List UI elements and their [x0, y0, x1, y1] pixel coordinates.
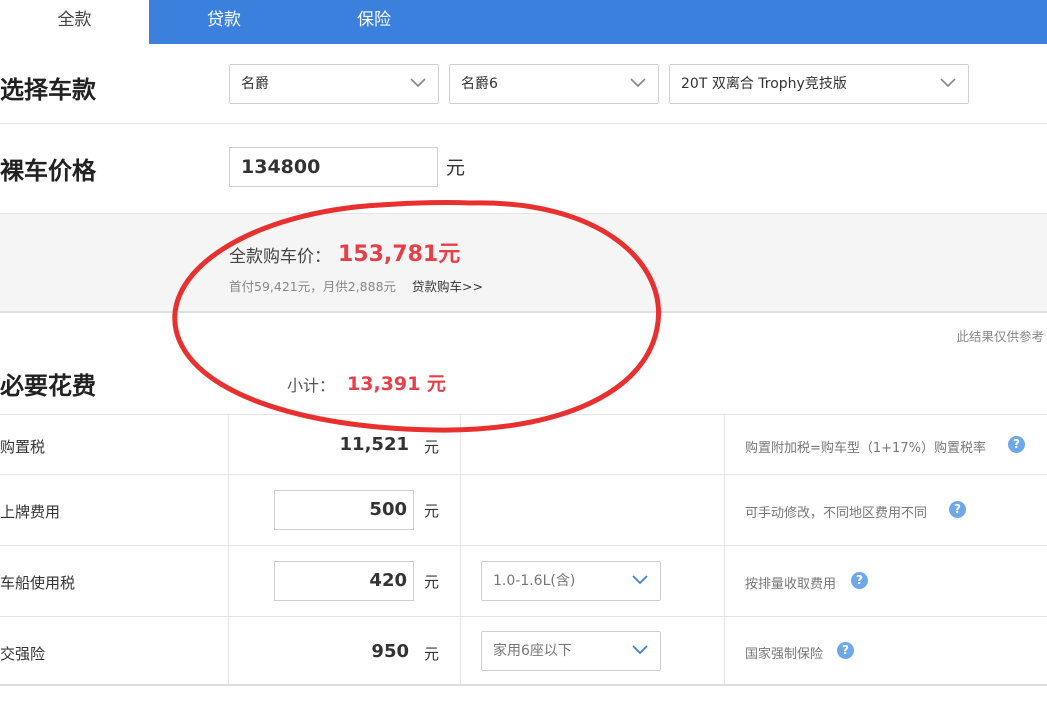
table-bottom-border	[0, 684, 1047, 686]
seat-type-select-value: 家用6座以下	[493, 643, 572, 659]
total-price-label: 全款购车价：	[229, 247, 331, 267]
row-unit: 元	[424, 502, 440, 520]
divider	[0, 123, 1047, 124]
registration-fee-input[interactable]: 500	[274, 490, 414, 530]
row-label: 交强险	[0, 645, 46, 663]
row-unit: 元	[424, 645, 440, 663]
chevron-down-icon	[632, 645, 648, 655]
row-divider	[0, 545, 1047, 546]
row-note: 可手动修改，不同地区费用不同	[745, 506, 928, 521]
model-select-value: 名爵6	[461, 76, 498, 92]
chevron-down-icon	[410, 78, 426, 88]
row-divider	[0, 616, 1047, 617]
car-cost-calculator: 全款 贷款 保险 选择车款 名爵 名爵6 20T 双离合 Trophy竞技版 裸…	[0, 0, 1047, 709]
trim-select[interactable]: 20T 双离合 Trophy竞技版	[669, 64, 969, 104]
subtotal-value: 13,391 元	[347, 373, 446, 395]
row-note: 购置附加税=购车型（1+17%）购置税率	[745, 441, 986, 456]
row-unit: 元	[424, 438, 440, 456]
bare-price-input[interactable]: 134800	[229, 147, 438, 187]
table-top-border	[0, 414, 1047, 415]
trim-select-value: 20T 双离合 Trophy竞技版	[681, 76, 847, 92]
seat-type-select[interactable]: 家用6座以下	[481, 631, 661, 671]
help-icon[interactable]: ?	[949, 501, 966, 518]
chevron-down-icon	[632, 575, 648, 585]
chevron-down-icon	[940, 78, 956, 88]
chevron-down-icon	[630, 78, 646, 88]
column-divider	[228, 415, 229, 685]
required-costs-title: 必要花费	[0, 372, 96, 400]
brand-select-value: 名爵	[241, 76, 269, 92]
brand-select[interactable]: 名爵	[229, 64, 439, 104]
displacement-select[interactable]: 1.0-1.6L(含)	[481, 561, 661, 601]
model-select[interactable]: 名爵6	[449, 64, 659, 104]
row-divider	[0, 474, 1047, 475]
column-divider	[724, 415, 725, 685]
row-label: 车船使用税	[0, 574, 76, 592]
compulsory-insurance-value: 950	[371, 641, 409, 662]
loan-purchase-link[interactable]: 贷款购车>>	[412, 276, 483, 295]
result-panel	[0, 213, 1047, 313]
subtotal-label: 小计：	[287, 376, 336, 395]
bare-price-title: 裸车价格	[0, 157, 96, 185]
bare-price-unit: 元	[446, 157, 466, 179]
loan-summary: 首付59,421元，月供2,888元	[229, 279, 397, 294]
row-label: 上牌费用	[0, 503, 61, 521]
help-icon[interactable]: ?	[837, 642, 854, 659]
tab-bar: 全款 贷款 保险	[0, 0, 1047, 44]
row-note: 按排量收取费用	[745, 577, 837, 592]
row-unit: 元	[424, 573, 440, 591]
tab-full-payment[interactable]: 全款	[0, 0, 149, 44]
row-note: 国家强制保险	[745, 647, 824, 662]
row-label: 购置税	[0, 438, 46, 456]
vehicle-tax-input[interactable]: 420	[274, 561, 414, 601]
select-car-title: 选择车款	[0, 76, 96, 104]
column-divider	[460, 415, 461, 685]
total-price-value: 153,781元	[338, 242, 461, 267]
annotation-ellipse	[172, 200, 661, 433]
displacement-select-value: 1.0-1.6L(含)	[493, 573, 576, 589]
purchase-tax-value: 11,521	[339, 434, 409, 455]
tab-loan[interactable]: 贷款	[149, 0, 299, 44]
help-icon[interactable]: ?	[1008, 436, 1025, 453]
tab-insurance[interactable]: 保险	[299, 0, 449, 44]
disclaimer: 此结果仅供参考	[956, 329, 1044, 344]
help-icon[interactable]: ?	[851, 572, 868, 589]
